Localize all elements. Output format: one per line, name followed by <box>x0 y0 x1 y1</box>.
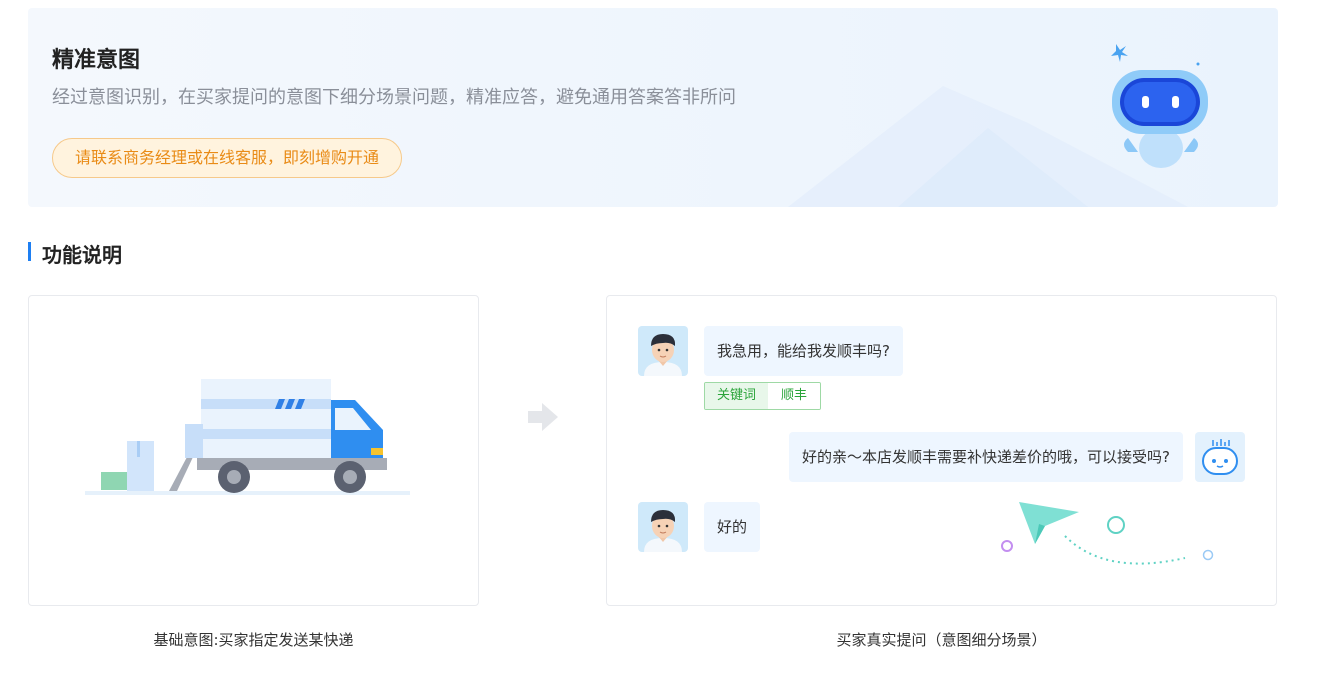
message-bubble: 好的亲～本店发顺丰需要补快递差价的哦，可以接受吗? <box>789 432 1183 482</box>
buyer-question-card: 我急用，能给我发顺丰吗? 关键词 顺丰 好的亲～本店发顺丰需要补快递差价的哦，可… <box>606 295 1277 606</box>
keyword-tag: 关键词 顺丰 <box>704 382 822 410</box>
section-title: 功能说明 <box>42 243 122 267</box>
keyword-tag-value: 顺丰 <box>768 383 821 409</box>
keyword-tag-label: 关键词 <box>705 383 769 409</box>
basic-intent-card <box>28 295 479 606</box>
banner-title: 精准意图 <box>52 48 141 73</box>
message-bubble: 我急用，能给我发顺丰吗? <box>704 326 903 376</box>
feature-banner: 精准意图 经过意图识别，在买家提问的意图下细分场景问题，精准应答，避免通用答案答… <box>28 8 1278 207</box>
buyer-avatar <box>638 502 688 552</box>
contact-upgrade-button[interactable]: 请联系商务经理或在线客服，即刻增购开通 <box>52 138 403 178</box>
robot-mascot-icon <box>1111 44 1208 168</box>
delivery-truck-illustration <box>85 379 410 495</box>
buyer-question-caption: 买家真实提问（意图细分场景） <box>836 631 1047 649</box>
arrow-right-icon <box>528 403 558 431</box>
banner-subtitle: 经过意图识别，在买家提问的意图下细分场景问题，精准应答，避免通用答案答非所问 <box>52 87 736 108</box>
paper-plane-decoration <box>1001 502 1214 565</box>
basic-intent-caption: 基础意图:买家指定发送某快递 <box>153 631 354 649</box>
message-bubble: 好的 <box>704 502 761 552</box>
bot-avatar <box>1195 432 1245 482</box>
section-accent-bar <box>28 242 31 261</box>
buyer-avatar <box>638 326 688 376</box>
robot-face-icon <box>1202 439 1238 475</box>
